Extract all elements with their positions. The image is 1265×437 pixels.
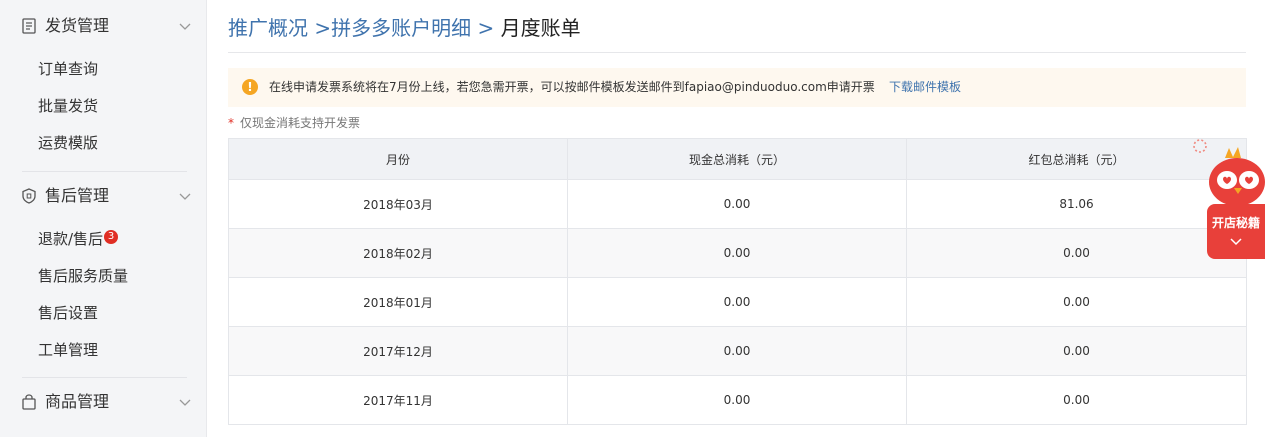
cell-month: 2017年12月 [228, 326, 568, 376]
widget-label: 开店秘籍 [1211, 216, 1260, 230]
table-row: 2017年12月 0.00 0.00 [228, 326, 1247, 376]
table-row: 2018年03月 0.00 81.06 [228, 179, 1247, 229]
header-month: 月份 [228, 138, 568, 180]
cell-red-packet: 0.00 [906, 277, 1247, 327]
monthly-bill-table: 月份 现金总消耗（元） 红包总消耗（元） 2018年03月 0.00 81.06… [228, 138, 1247, 425]
note-text: 仅现金消耗支持开发票 [240, 116, 361, 130]
sidebar-item-refund-after-sales[interactable]: 退款/售后 3 [38, 228, 119, 250]
chevron-down-icon[interactable] [178, 395, 192, 409]
table-header-row: 月份 现金总消耗（元） 红包总消耗（元） [228, 138, 1247, 180]
mascot-icon[interactable] [1203, 144, 1265, 206]
sidebar-divider [22, 377, 187, 378]
chevron-down-icon [1230, 238, 1242, 246]
sidebar-item-order-query[interactable]: 订单查询 [38, 58, 98, 80]
sidebar-item-after-sales-settings[interactable]: 售后设置 [38, 302, 98, 324]
cell-cash: 0.00 [567, 179, 907, 229]
breadcrumb: 推广概况 >拼多多账户明细 > 月度账单 [228, 13, 581, 43]
notice-banner: ! 在线申请发票系统将在7月份上线，若您急需开票，可以按邮件模板发送邮件到fap… [228, 68, 1246, 107]
document-icon [22, 18, 36, 34]
sidebar: 发货管理 订单查询 批量发货 运费模版 售后管理 退款/售后 3 售后服务质量 售… [0, 0, 207, 437]
count-badge: 3 [104, 230, 119, 244]
sidebar-item-service-quality[interactable]: 售后服务质量 [38, 265, 128, 287]
cell-month: 2018年01月 [228, 277, 568, 327]
cell-cash: 0.00 [567, 375, 907, 425]
chevron-down-icon[interactable] [178, 189, 192, 203]
section-shipping-management[interactable]: 发货管理 [0, 14, 207, 38]
breadcrumb-divider [228, 52, 1246, 53]
bag-icon [22, 394, 36, 410]
sidebar-divider [22, 171, 187, 172]
cell-red-packet: 0.00 [906, 326, 1247, 376]
sidebar-item-work-orders[interactable]: 工单管理 [38, 339, 98, 361]
chevron-down-icon[interactable] [178, 19, 192, 33]
table-row: 2018年02月 0.00 0.00 [228, 228, 1247, 278]
breadcrumb-link-account-details[interactable]: 拼多多账户明细 [331, 16, 471, 40]
page-title: 月度账单 [500, 16, 581, 40]
table-row: 2018年01月 0.00 0.00 [228, 277, 1247, 327]
warning-icon: ! [242, 79, 258, 95]
download-email-template-link[interactable]: 下载邮件模板 [889, 79, 961, 96]
breadcrumb-separator: > [308, 16, 332, 40]
section-title: 商品管理 [45, 392, 110, 411]
breadcrumb-link-promotion-overview[interactable]: 推广概况 [228, 16, 308, 40]
section-title: 售后管理 [45, 186, 110, 205]
cell-cash: 0.00 [567, 326, 907, 376]
cell-month: 2018年03月 [228, 179, 568, 229]
notice-text: 在线申请发票系统将在7月份上线，若您急需开票，可以按邮件模板发送邮件到fapia… [269, 80, 875, 94]
section-title: 发货管理 [45, 16, 110, 35]
sidebar-item-freight-template[interactable]: 运费模版 [38, 132, 98, 154]
breadcrumb-separator: > [471, 16, 501, 40]
store-tips-widget[interactable]: 开店秘籍 [1207, 204, 1265, 259]
cell-red-packet: 0.00 [906, 375, 1247, 425]
section-product-management[interactable]: 商品管理 [0, 390, 207, 414]
header-cash-consumption: 现金总消耗（元） [567, 138, 907, 180]
required-asterisk: * [228, 116, 234, 130]
sidebar-item-label: 退款/售后 [38, 230, 104, 248]
cell-month: 2017年11月 [228, 375, 568, 425]
cell-red-packet: 81.06 [906, 179, 1247, 229]
section-after-sales-management[interactable]: 售后管理 [0, 184, 207, 208]
cell-month: 2018年02月 [228, 228, 568, 278]
shield-icon [22, 188, 36, 204]
cell-cash: 0.00 [567, 228, 907, 278]
cell-red-packet: 0.00 [906, 228, 1247, 278]
cell-cash: 0.00 [567, 277, 907, 327]
sidebar-item-batch-shipping[interactable]: 批量发货 [38, 95, 98, 117]
invoice-note: * 仅现金消耗支持开发票 [228, 114, 360, 132]
table-row: 2017年11月 0.00 0.00 [228, 375, 1247, 425]
